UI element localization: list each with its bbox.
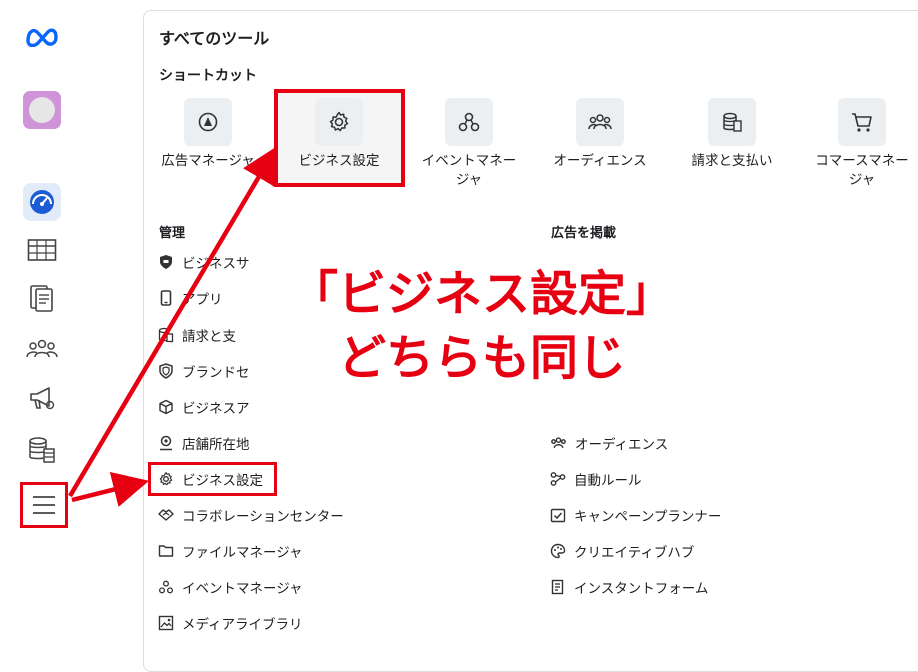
annotation-arrows <box>68 146 277 507</box>
arrow-to-list-item <box>71 471 150 507</box>
arrow-to-shortcut <box>68 146 277 498</box>
